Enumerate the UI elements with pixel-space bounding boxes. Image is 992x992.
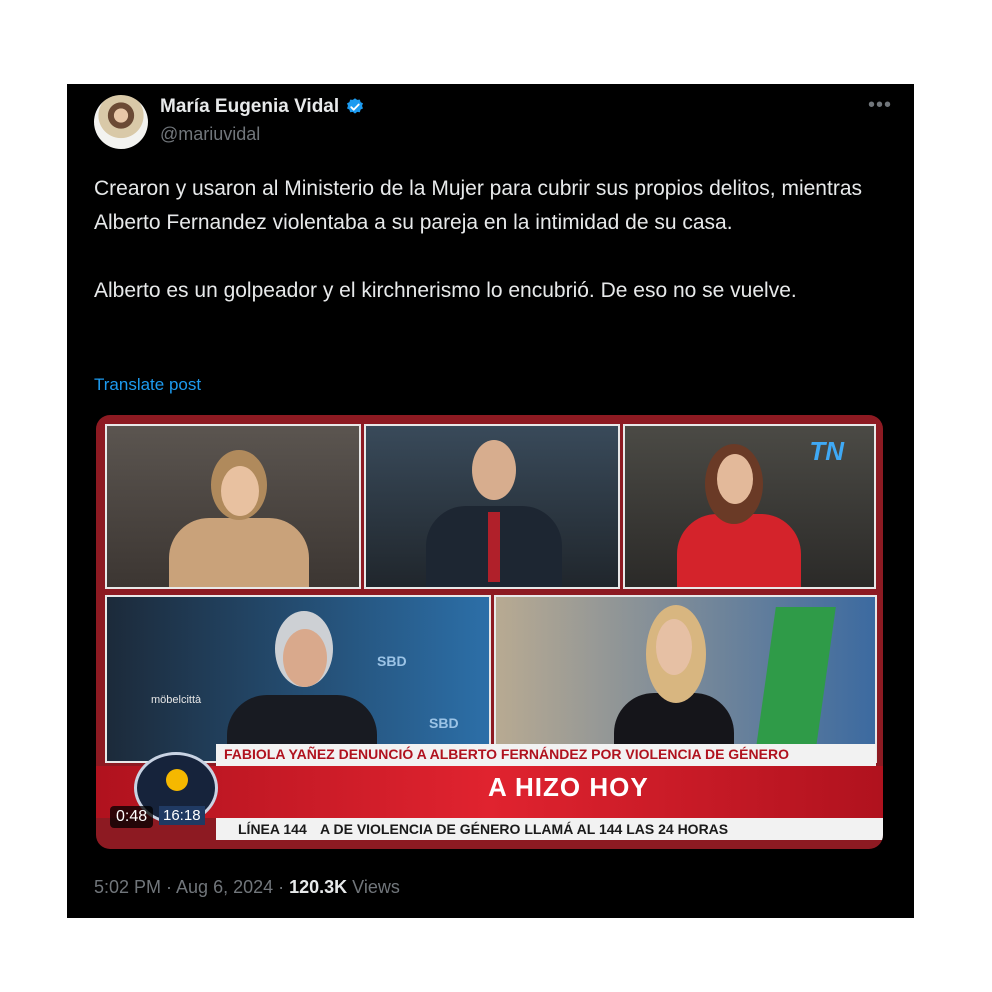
person-face: [717, 454, 753, 504]
author-name-row[interactable]: María Eugenia Vidal: [160, 96, 365, 118]
tn-logo: TN: [809, 436, 844, 466]
person-face: [283, 629, 327, 687]
post-metadata: 5:02 PM · Aug 6, 2024 · 120.3K Views: [94, 877, 400, 898]
sun-icon: [166, 769, 188, 791]
translate-post-link[interactable]: Translate post: [94, 375, 201, 395]
sbd-label: SBD: [377, 653, 407, 669]
video-panel-host-left: [105, 424, 361, 589]
video-panel-woman-mic: [494, 595, 877, 763]
person-face: [656, 619, 692, 675]
news-headline-bar: FABIOLA YAÑEZ DENUNCIÓ A ALBERTO FERNÁND…: [216, 744, 876, 766]
author-handle[interactable]: @mariuvidal: [160, 124, 260, 145]
screen-label: möbelcittà: [151, 694, 202, 706]
tie: [488, 512, 500, 582]
video-duration: 0:48: [110, 806, 154, 828]
views-label: Views: [347, 877, 400, 897]
video-panel-host-right: TN: [623, 424, 876, 589]
video-panel-host-center: [364, 424, 620, 589]
person-face: [221, 466, 259, 516]
sbd-label: SBD: [429, 715, 459, 731]
video-panel-speaker: SBD SBD möbelcittà: [105, 595, 491, 763]
news-headline: FABIOLA YAÑEZ DENUNCIÓ A ALBERTO FERNÁND…: [224, 746, 789, 762]
person-figure: [169, 518, 309, 587]
views-count: 120.3K: [289, 877, 348, 897]
post-timestamp[interactable]: 5:02 PM · Aug 6, 2024 ·: [94, 877, 289, 897]
broadcast-clock: 16:18: [159, 806, 205, 825]
person-figure: [677, 514, 801, 587]
person-face: [472, 440, 516, 500]
ticker-label: LÍNEA 144: [238, 821, 307, 837]
author-name[interactable]: María Eugenia Vidal: [160, 96, 339, 118]
video-player[interactable]: TN SBD SBD möbelcittà FABIOLA YAÑEZ DENU…: [96, 415, 883, 849]
flag: [756, 607, 836, 747]
avatar[interactable]: [94, 95, 148, 149]
ticker-text: A DE VIOLENCIA DE GÉNERO LLAMÁ AL 144 LA…: [320, 821, 729, 837]
more-options-icon[interactable]: •••: [868, 94, 892, 117]
post-text: Crearon y usaron al Ministerio de la Muj…: [94, 177, 862, 302]
news-ticker: LÍNEA 144 A DE VIOLENCIA DE GÉNERO LLAMÁ…: [216, 818, 883, 840]
news-big-title: A HIZO HOY: [488, 772, 649, 802]
verified-badge-icon: [347, 98, 364, 114]
tweet-card: María Eugenia Vidal @mariuvidal ••• Crea…: [67, 84, 914, 918]
